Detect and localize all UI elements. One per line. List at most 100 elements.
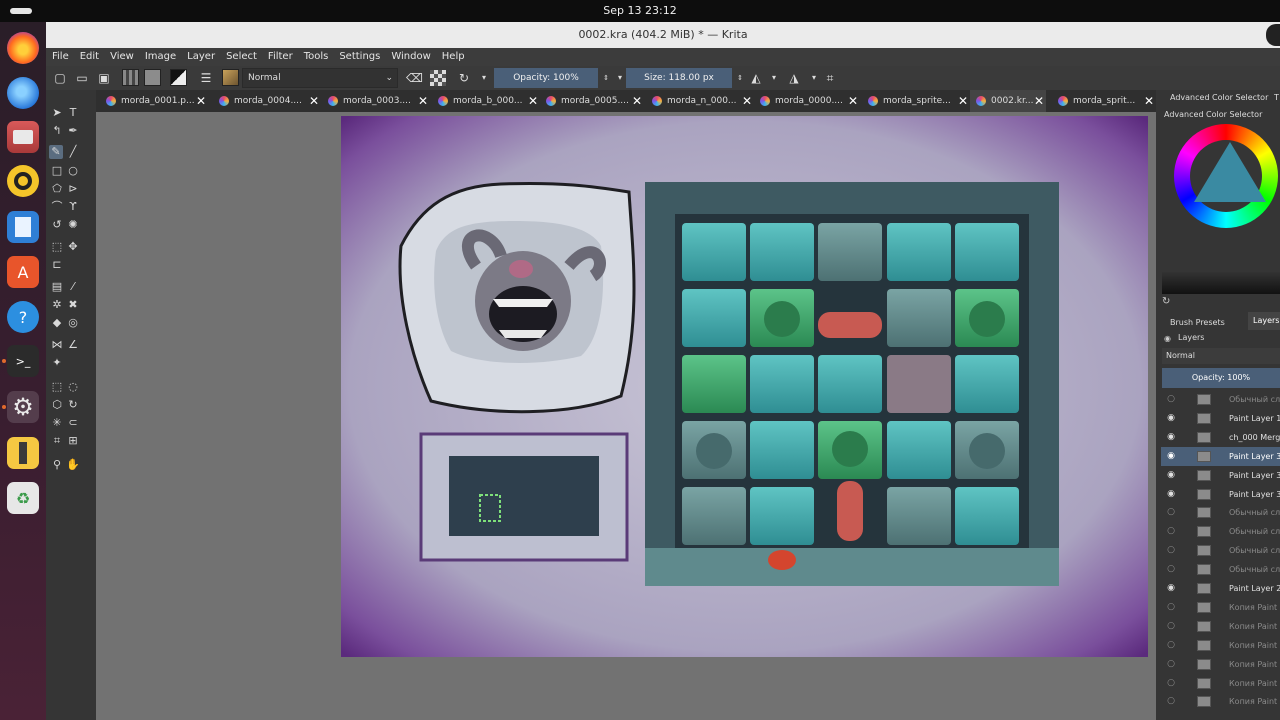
close-icon[interactable]: ✕ (418, 90, 428, 112)
eye-icon[interactable]: ◉ (1165, 579, 1177, 598)
menu-view[interactable]: View (104, 48, 139, 62)
elliptical-selection-icon[interactable]: ◌ (66, 380, 80, 394)
size-spin-icon[interactable]: ⇕ (732, 70, 748, 86)
layer-row[interactable]: ◉ Paint Layer 34 (1161, 466, 1280, 485)
assistant-tool-icon[interactable]: ⋈ (50, 338, 64, 352)
layer-row[interactable]: ○ Обычный сло (1161, 522, 1280, 541)
preserve-alpha-icon[interactable] (430, 70, 446, 86)
polygon-tool-icon[interactable]: ⬠ (50, 182, 64, 196)
eye-icon[interactable]: ◉ (1165, 428, 1177, 447)
layer-row[interactable]: ○ Копия Paint L (1161, 655, 1280, 674)
magnetic-selection-icon[interactable]: ⊞ (66, 434, 80, 448)
layer-row[interactable]: ○ Копия Paint L (1161, 692, 1280, 711)
menu-edit[interactable]: Edit (74, 48, 104, 62)
canvas-artwork[interactable] (341, 116, 1148, 657)
close-icon[interactable]: ✕ (528, 90, 538, 112)
close-icon[interactable]: ✕ (958, 90, 968, 112)
layer-row[interactable]: ○ Копия Paint L (1161, 674, 1280, 693)
files-icon[interactable] (7, 121, 39, 153)
menu-help[interactable]: Help (436, 48, 470, 62)
contiguous-selection-icon[interactable]: ✳ (50, 416, 64, 430)
freehand-brush-icon[interactable]: ✎ (49, 145, 63, 159)
close-icon[interactable]: ✕ (1144, 90, 1154, 112)
writer-icon[interactable] (7, 211, 39, 243)
eye-icon[interactable]: ◉ (1165, 466, 1177, 485)
line-tool-icon[interactable]: ╱ (66, 145, 80, 159)
rectangle-tool-icon[interactable]: □ (50, 164, 64, 178)
blend-mode-select[interactable]: Normal ⌄ (242, 68, 398, 88)
menu-window[interactable]: Window (385, 48, 435, 62)
close-icon[interactable]: ✕ (1034, 90, 1044, 112)
calligraphy-icon[interactable]: ✒ (66, 124, 80, 138)
layer-row[interactable]: ○ Обычный сло (1161, 541, 1280, 560)
layer-row[interactable]: ○ Обычный сло (1161, 390, 1280, 409)
chevron-down-icon[interactable]: ▾ (476, 70, 492, 86)
terminal-icon[interactable]: >_ (7, 345, 39, 377)
tab-truncated[interactable]: T (1274, 93, 1279, 102)
brush-settings-icon[interactable]: ☰ (198, 70, 214, 86)
calculator-icon[interactable] (7, 437, 39, 469)
brush-preset-icon[interactable] (222, 69, 239, 86)
measure-tool-icon[interactable]: ∠ (66, 338, 80, 352)
freehand-path-icon[interactable]: ϒ (66, 200, 80, 214)
rhythmbox-icon[interactable] (7, 165, 39, 197)
layer-row[interactable]: ○ Обычный сло (1161, 503, 1280, 522)
document-tab-active[interactable]: 0002.kr... ✕ (970, 90, 1046, 112)
layer-row[interactable]: ◉ Paint Layer 21 (1161, 579, 1280, 598)
opacity-slider[interactable]: Opacity: 100% (494, 68, 598, 88)
polygonal-selection-icon[interactable]: ⬡ (50, 398, 64, 412)
eye-closed-icon[interactable]: ○ (1165, 390, 1177, 409)
document-tab[interactable]: morda_n_000... ✕ (646, 90, 754, 112)
chevron-down-icon[interactable]: ▾ (806, 70, 822, 86)
settings-icon[interactable]: ⚙ (7, 391, 39, 423)
crop-tool-icon[interactable]: ⊏ (50, 258, 64, 272)
eye-icon[interactable]: ◉ (1165, 485, 1177, 504)
software-center-icon[interactable]: A (7, 256, 39, 288)
close-icon[interactable]: ✕ (742, 90, 752, 112)
eye-closed-icon[interactable]: ○ (1165, 655, 1177, 674)
layer-row[interactable]: ○ Копия Paint L (1161, 598, 1280, 617)
foreground-background-color[interactable] (170, 69, 187, 86)
document-tab[interactable]: morda_sprite... ✕ (862, 90, 970, 112)
layer-row[interactable]: ○ Копия Paint L (1161, 636, 1280, 655)
smart-patch-icon[interactable]: ✖ (66, 298, 80, 312)
select-shapes-icon[interactable]: ➤ (50, 106, 64, 120)
menu-filter[interactable]: Filter (262, 48, 298, 62)
close-icon[interactable]: ✕ (632, 90, 642, 112)
layer-opacity-slider[interactable]: Opacity: 100% (1162, 368, 1280, 388)
open-document-icon[interactable]: ▭ (74, 70, 90, 86)
bezier-selection-icon[interactable]: ⊂ (66, 416, 80, 430)
bezier-tool-icon[interactable]: ⌒ (50, 200, 64, 214)
new-document-icon[interactable]: ▢ (52, 70, 68, 86)
enclose-fill-icon[interactable]: ◎ (66, 316, 80, 330)
document-tab[interactable]: morda_sprit... ✕ (1052, 90, 1156, 112)
tab-layers[interactable]: Layers (1248, 312, 1280, 330)
close-icon[interactable]: ✕ (196, 90, 206, 112)
pattern-selector[interactable] (144, 69, 161, 86)
text-tool-icon[interactable]: T (66, 106, 80, 120)
menu-select[interactable]: Select (220, 48, 262, 62)
document-tab[interactable]: morda_0003.... ✕ (322, 90, 430, 112)
gradient-selector[interactable] (122, 69, 139, 86)
eye-closed-icon[interactable]: ○ (1165, 598, 1177, 617)
layer-row[interactable]: ◉ Paint Layer 34 (1161, 485, 1280, 504)
document-tab[interactable]: morda_0004.... ✕ (213, 90, 321, 112)
thunderbird-icon[interactable] (7, 77, 39, 109)
size-slider[interactable]: Size: 118.00 px (626, 68, 732, 88)
layer-row[interactable]: ◉ Paint Layer 3 (1161, 446, 1280, 466)
edit-shapes-icon[interactable]: ↰ (50, 124, 64, 138)
menu-tools[interactable]: Tools (298, 48, 334, 62)
eraser-icon[interactable]: ⌫ (406, 70, 423, 86)
menu-file[interactable]: File (46, 48, 74, 62)
layer-row[interactable]: ◉ ch_000 Merge (1161, 428, 1280, 447)
color-picker-icon[interactable]: ⁄ (66, 280, 80, 294)
eye-closed-icon[interactable]: ○ (1165, 541, 1177, 560)
window-control[interactable] (1266, 24, 1280, 46)
menu-image[interactable]: Image (139, 48, 181, 62)
eye-closed-icon[interactable]: ○ (1165, 503, 1177, 522)
trash-icon[interactable]: ♻ (7, 482, 39, 514)
document-tab[interactable]: morda_0001.p... ✕ (100, 90, 208, 112)
mirror-horizontal-icon[interactable]: ◭ (748, 70, 764, 86)
help-icon[interactable]: ? (7, 301, 39, 333)
eye-closed-icon[interactable]: ○ (1165, 560, 1177, 579)
